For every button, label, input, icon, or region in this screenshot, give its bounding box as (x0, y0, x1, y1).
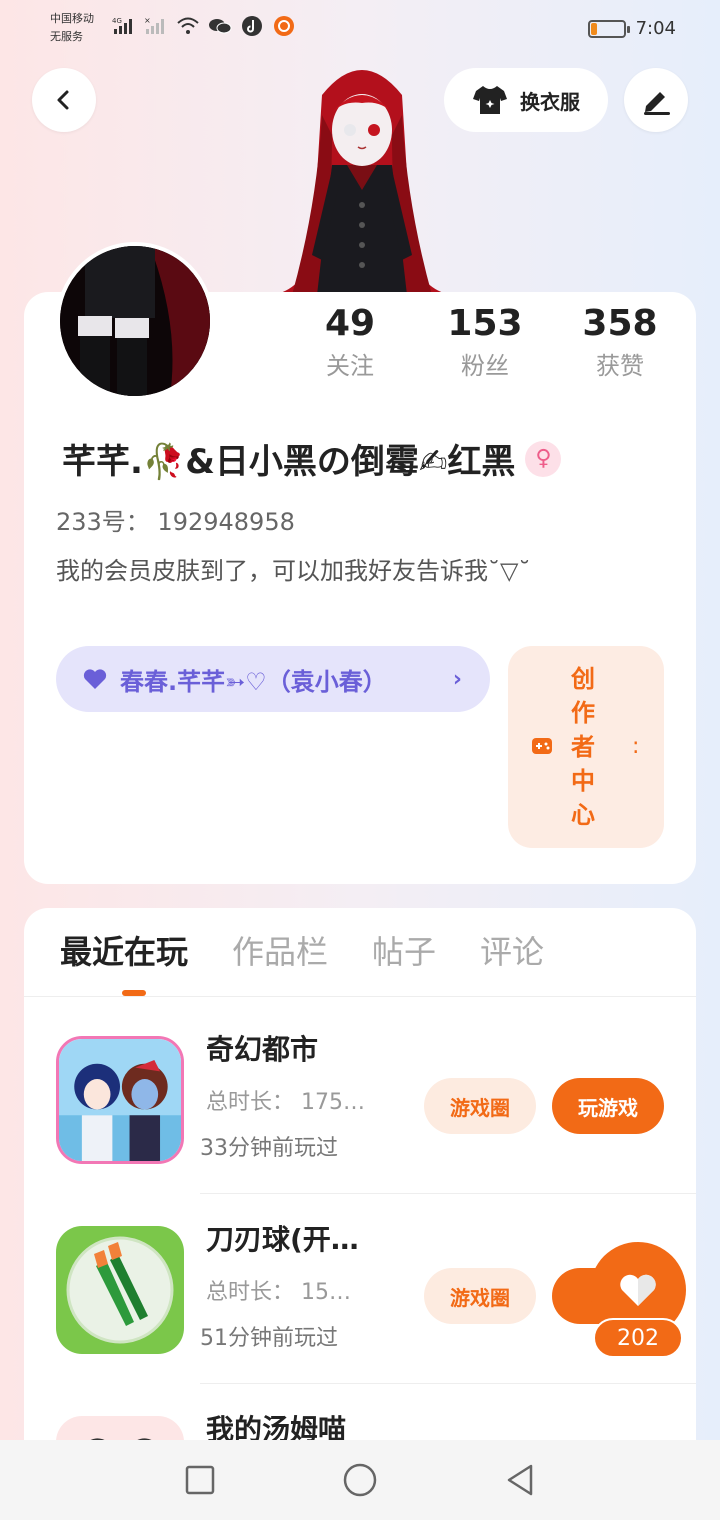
game-icon (56, 1226, 184, 1354)
status-bar: 中国移动 无服务 4G × 7:04 (0, 0, 720, 60)
creator-center-button[interactable]: 创作者中心 : (508, 646, 664, 848)
wechat-icon (208, 16, 232, 36)
pencil-icon (644, 92, 670, 115)
home-button[interactable] (342, 1462, 378, 1498)
change-outfit-label: 换衣服 (520, 89, 580, 114)
user-id: 233号： 192948958 (56, 508, 295, 536)
guild-name: 春春.芊芊➳♡（袁小春） (120, 667, 387, 696)
play-game-button[interactable]: 玩游戏 (552, 1078, 664, 1134)
avatar-image (60, 246, 210, 396)
nickname-text: 芊芊.🥀&日小黑の倒霉✍红黑 (62, 442, 516, 482)
female-icon: ♀ (525, 440, 562, 477)
following-count: 49 (324, 303, 376, 344)
carrier-status: 无服务 (50, 30, 83, 43)
avatar[interactable] (56, 242, 214, 400)
square-icon (185, 1465, 215, 1495)
app-icon (272, 16, 296, 36)
creator-center-label: 创作者中心 (571, 665, 595, 829)
profile-stats: 49 关注 153 粉丝 358 获赞 (290, 300, 680, 384)
content-card: 最近在玩 作品栏 帖子 评论 奇幻都市 总时长： 175… 33分钟前玩过 游戏… (24, 908, 696, 1520)
clock: 7:04 (635, 18, 676, 39)
chevron-right-icon: › (452, 666, 462, 692)
status-right: 7:04 (587, 18, 676, 39)
system-nav-bar (0, 1440, 720, 1520)
game-icon (56, 1036, 184, 1164)
divider (24, 996, 696, 997)
battery-icon (587, 19, 630, 38)
signal-icon: 4G (112, 16, 136, 36)
game-circle-button[interactable]: 游戏圈 (424, 1268, 536, 1324)
back-nav-button[interactable] (502, 1462, 538, 1498)
likes-count: 358 (582, 303, 658, 344)
likes-label: 获赞 (596, 352, 644, 380)
tab-works[interactable]: 作品栏 (232, 928, 328, 976)
character-avatar (272, 70, 452, 295)
game-name: 奇幻都市 (206, 1033, 319, 1066)
recents-button[interactable] (182, 1462, 218, 1498)
fans-stat[interactable]: 153 粉丝 (425, 300, 545, 384)
bio: 我的会员皮肤到了，可以加我好友告诉我˘▽˘ (56, 557, 531, 585)
game-last-played: 51分钟前玩过 (200, 1326, 338, 1351)
game-name: 刀刃球(开… (206, 1223, 359, 1256)
heart-icon (620, 1274, 656, 1306)
fans-count: 153 (447, 303, 523, 344)
circle-icon (343, 1463, 377, 1497)
no-signal-icon: × (144, 16, 168, 36)
game-circle-button[interactable]: 游戏圈 (424, 1078, 536, 1134)
triangle-back-icon (507, 1464, 533, 1496)
back-button[interactable] (32, 68, 96, 132)
tab-bar: 最近在玩 作品栏 帖子 评论 (60, 928, 544, 976)
guild-button[interactable]: 春春.芊芊➳♡（袁小春） › (56, 646, 490, 712)
game-duration: 总时长： 175… (206, 1090, 365, 1115)
nickname: 芊芊.🥀&日小黑の倒霉✍红黑 ♀ (62, 434, 562, 483)
carrier-info: 中国移动 无服务 (50, 10, 94, 46)
wifi-icon (176, 16, 200, 36)
list-item[interactable]: 奇幻都市 总时长： 175… 33分钟前玩过 游戏圈 玩游戏 (24, 1004, 696, 1194)
heart-icon (83, 669, 107, 689)
tab-recent[interactable]: 最近在玩 (60, 928, 188, 976)
fans-label: 粉丝 (461, 352, 509, 380)
game-duration: 总时长： 15… (206, 1280, 351, 1305)
more-icon: : (632, 734, 640, 759)
tab-comments[interactable]: 评论 (480, 928, 544, 976)
battery-fill (590, 22, 597, 35)
carrier-name: 中国移动 (50, 12, 94, 25)
svg-text:×: × (144, 16, 151, 25)
tiktok-icon (240, 16, 264, 36)
status-icons: 4G × (112, 16, 296, 36)
change-outfit-button[interactable]: 换衣服 (444, 68, 608, 132)
gamepad-icon (532, 738, 552, 754)
following-stat[interactable]: 49 关注 (290, 300, 410, 384)
likes-stat[interactable]: 358 获赞 (560, 300, 680, 384)
network-type: 4G (112, 17, 122, 25)
edit-profile-button[interactable] (624, 68, 688, 132)
following-label: 关注 (326, 352, 374, 380)
tab-posts[interactable]: 帖子 (372, 928, 436, 976)
like-count: 202 (593, 1318, 683, 1358)
tshirt-icon (473, 86, 507, 114)
game-last-played: 33分钟前玩过 (200, 1136, 338, 1161)
chevron-left-icon (57, 90, 69, 110)
